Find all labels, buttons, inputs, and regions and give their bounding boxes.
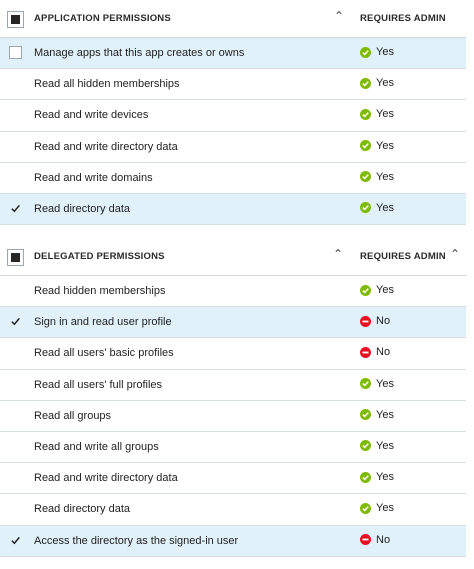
requires-admin-status: Yes <box>360 502 394 514</box>
no-entry-icon <box>360 315 371 327</box>
permission-label: Read directory data <box>34 202 130 215</box>
check-circle-icon <box>360 171 371 183</box>
delegated-permissions-header: DELEGATED PERMISSIONS ⌃ ⌃ REQUIRES ADMIN <box>0 238 466 276</box>
permission-checkbox[interactable] <box>9 202 22 215</box>
application-permissions-section: APPLICATION PERMISSIONS ⌃ REQUIRES ADMIN… <box>0 0 466 226</box>
requires-admin-status: Yes <box>360 77 394 89</box>
status-text: Yes <box>376 377 394 390</box>
section-title: DELEGATED PERMISSIONS <box>34 251 165 262</box>
table-row[interactable]: Read hidden memberships Yes <box>0 276 466 308</box>
permission-label: Read and write all groups <box>34 440 159 453</box>
no-entry-icon <box>360 346 371 358</box>
requires-admin-status: No <box>360 534 390 546</box>
table-row[interactable]: Read directory data Yes <box>0 193 466 226</box>
check-circle-icon <box>360 46 371 58</box>
table-row[interactable]: Access the directory as the signed-in us… <box>0 525 466 557</box>
check-circle-icon <box>360 502 371 514</box>
status-text: Yes <box>376 502 394 515</box>
select-all-checkbox[interactable] <box>7 249 24 266</box>
requires-admin-status: Yes <box>360 140 394 152</box>
requires-admin-header[interactable]: REQUIRES ADMIN <box>360 251 446 262</box>
table-row[interactable]: Read directory data Yes <box>0 494 466 526</box>
requires-admin-status: Yes <box>360 440 394 452</box>
requires-admin-status: Yes <box>360 284 394 296</box>
no-entry-icon <box>360 534 371 545</box>
check-circle-icon <box>360 77 371 89</box>
permission-label: Read hidden memberships <box>34 285 166 297</box>
checkmark-icon <box>11 318 20 326</box>
requires-admin-header[interactable]: REQUIRES ADMIN <box>360 13 446 24</box>
permission-checkbox[interactable] <box>9 534 22 547</box>
status-text: No <box>376 315 391 328</box>
table-row[interactable]: Manage apps that this app creates or own… <box>0 38 466 70</box>
caret-up-icon[interactable]: ⌃ <box>450 248 460 260</box>
checkmark-icon <box>11 536 20 544</box>
permission-label: Access the directory as the signed-in us… <box>34 534 239 547</box>
check-circle-icon <box>360 440 371 452</box>
table-row[interactable]: Read and write devices Yes <box>0 100 466 132</box>
table-row[interactable]: Read and write all groups Yes <box>0 432 466 464</box>
caret-up-icon[interactable]: ⌃ <box>334 10 344 22</box>
table-row[interactable]: Read all groups Yes <box>0 401 466 432</box>
permission-label: Read and write directory data <box>34 472 178 485</box>
permission-label: Read directory data <box>34 503 130 516</box>
check-circle-icon <box>360 471 371 483</box>
status-text: No <box>376 533 391 546</box>
status-text: No <box>376 346 391 359</box>
permission-label: Read all users' basic profiles <box>34 347 174 360</box>
section-title: APPLICATION PERMISSIONS <box>34 13 171 24</box>
permission-label: Read all hidden memberships <box>34 78 180 91</box>
check-circle-icon <box>360 202 371 214</box>
checkmark-icon <box>11 204 20 213</box>
status-text: Yes <box>376 139 394 152</box>
caret-up-icon[interactable]: ⌃ <box>333 248 343 260</box>
status-text: Yes <box>376 46 394 58</box>
delegated-permissions-section: DELEGATED PERMISSIONS ⌃ ⌃ REQUIRES ADMIN… <box>0 238 466 557</box>
status-text: Yes <box>376 284 394 296</box>
table-row[interactable]: Read and write domains Yes <box>0 163 466 194</box>
permission-label: Read all groups <box>34 409 112 422</box>
permission-label: Read and write devices <box>34 109 149 122</box>
requires-admin-status: Yes <box>360 108 394 120</box>
status-text: Yes <box>376 201 394 214</box>
status-text: Yes <box>376 471 394 484</box>
status-text: Yes <box>376 108 394 121</box>
permission-label: Read and write directory data <box>34 140 178 153</box>
table-row[interactable]: Read and write directory data Yes <box>0 132 466 163</box>
status-text: Yes <box>376 408 394 421</box>
select-all-checkbox[interactable] <box>7 11 24 28</box>
requires-admin-status: No <box>360 346 390 358</box>
requires-admin-status: Yes <box>360 378 394 390</box>
permission-label: Manage apps that this app creates or own… <box>34 47 245 59</box>
check-circle-icon <box>360 284 371 296</box>
status-text: Yes <box>376 77 394 90</box>
requires-admin-status: Yes <box>360 471 394 483</box>
table-row[interactable]: Sign in and read user profile No <box>0 307 466 339</box>
status-text: Yes <box>376 170 394 183</box>
permission-label: Sign in and read user profile <box>34 316 172 329</box>
table-row[interactable]: Read all users' full profiles Yes <box>0 370 466 401</box>
table-row[interactable]: Read and write directory data Yes <box>0 463 466 495</box>
table-row[interactable]: Read all hidden memberships Yes <box>0 69 466 101</box>
permission-checkbox[interactable] <box>9 46 22 59</box>
requires-admin-status: Yes <box>360 409 394 421</box>
table-row[interactable]: Read all users' basic profiles No <box>0 338 466 370</box>
requires-admin-status: Yes <box>360 202 394 214</box>
check-circle-icon <box>360 108 371 120</box>
requires-admin-status: No <box>360 315 390 327</box>
requires-admin-status: Yes <box>360 46 394 58</box>
check-circle-icon <box>360 409 371 421</box>
permission-label: Read and write domains <box>34 171 153 184</box>
check-circle-icon <box>360 378 371 390</box>
status-text: Yes <box>376 439 394 452</box>
permission-checkbox[interactable] <box>9 315 22 328</box>
check-circle-icon <box>360 140 371 152</box>
permission-label: Read all users' full profiles <box>34 378 163 391</box>
requires-admin-status: Yes <box>360 171 394 183</box>
application-permissions-header: APPLICATION PERMISSIONS ⌃ REQUIRES ADMIN <box>0 0 466 38</box>
